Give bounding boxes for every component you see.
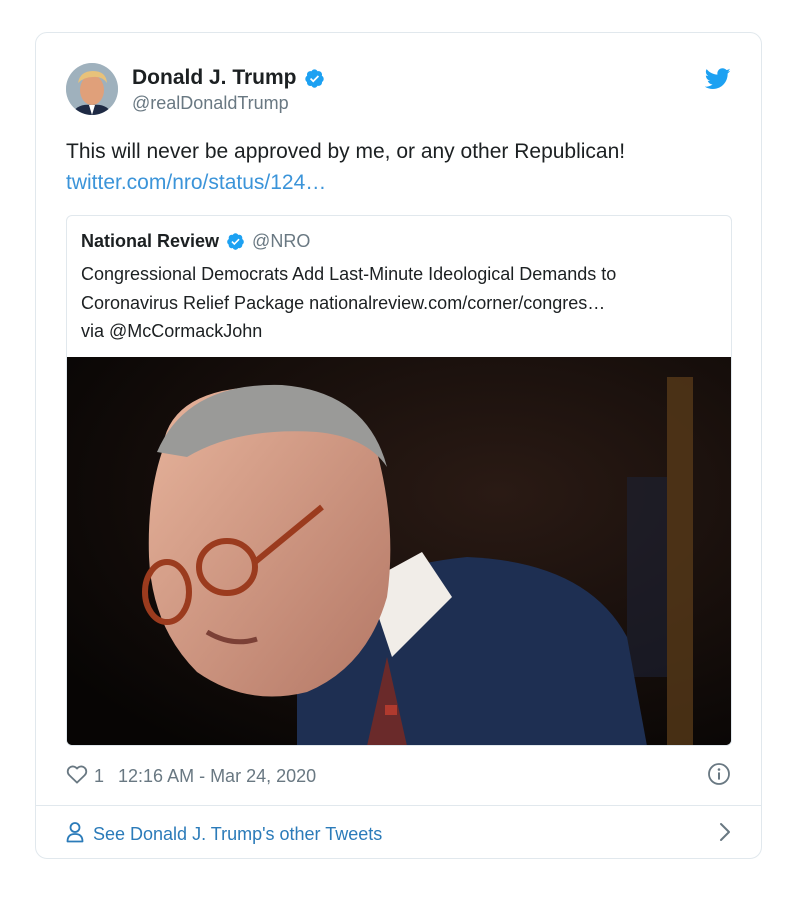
twitter-bird-icon[interactable] xyxy=(704,68,731,95)
embedded-tweet-card: Donald J. Trump @realDonaldTrump This wi… xyxy=(35,32,762,859)
quoted-author-name[interactable]: National Review xyxy=(81,231,219,252)
verified-badge-icon xyxy=(226,232,245,251)
quoted-text-line: via @McCormackJohn xyxy=(81,321,263,341)
footer-divider xyxy=(36,805,761,806)
tweet-meta: 1 12:16 AM - Mar 24, 2020 xyxy=(66,762,731,791)
quoted-tweet[interactable]: National Review @NRO Congressional Democ… xyxy=(66,215,732,746)
author-avatar[interactable] xyxy=(66,63,118,115)
tweet-text: This will never be approved by me, or an… xyxy=(66,136,731,198)
info-icon[interactable] xyxy=(707,762,731,791)
avatar-image xyxy=(66,63,118,115)
author-handle[interactable]: @realDonaldTrump xyxy=(132,93,325,114)
tweet-timestamp[interactable]: 12:16 AM - Mar 24, 2020 xyxy=(118,766,316,787)
quoted-author-row: National Review @NRO xyxy=(81,231,310,252)
quoted-text-line: Coronavirus Relief Package nationalrevie… xyxy=(81,292,606,313)
see-other-tweets-link[interactable]: See Donald J. Trump's other Tweets xyxy=(66,821,731,847)
tweet-body: This will never be approved by me, or an… xyxy=(66,140,626,163)
quoted-media-photo[interactable] xyxy=(67,357,731,745)
see-other-tweets-label[interactable]: See Donald J. Trump's other Tweets xyxy=(93,824,382,845)
author-name[interactable]: Donald J. Trump xyxy=(132,66,297,90)
quoted-tweet-link[interactable]: twitter.com/nro/status/124… xyxy=(66,167,731,198)
person-icon xyxy=(66,821,84,848)
quoted-author-handle[interactable]: @NRO xyxy=(252,231,310,252)
chevron-right-icon[interactable] xyxy=(719,822,731,847)
author-info: Donald J. Trump @realDonaldTrump xyxy=(132,66,325,114)
like-count[interactable]: 1 xyxy=(94,766,104,787)
quoted-text-line: Congressional Democrats Add Last-Minute … xyxy=(81,264,617,284)
quoted-text: Congressional Democrats Add Last-Minute … xyxy=(81,260,717,346)
verified-badge-icon xyxy=(304,68,325,89)
heart-icon[interactable] xyxy=(66,764,88,789)
photo-image xyxy=(67,357,731,745)
author-name-row[interactable]: Donald J. Trump xyxy=(132,66,325,90)
